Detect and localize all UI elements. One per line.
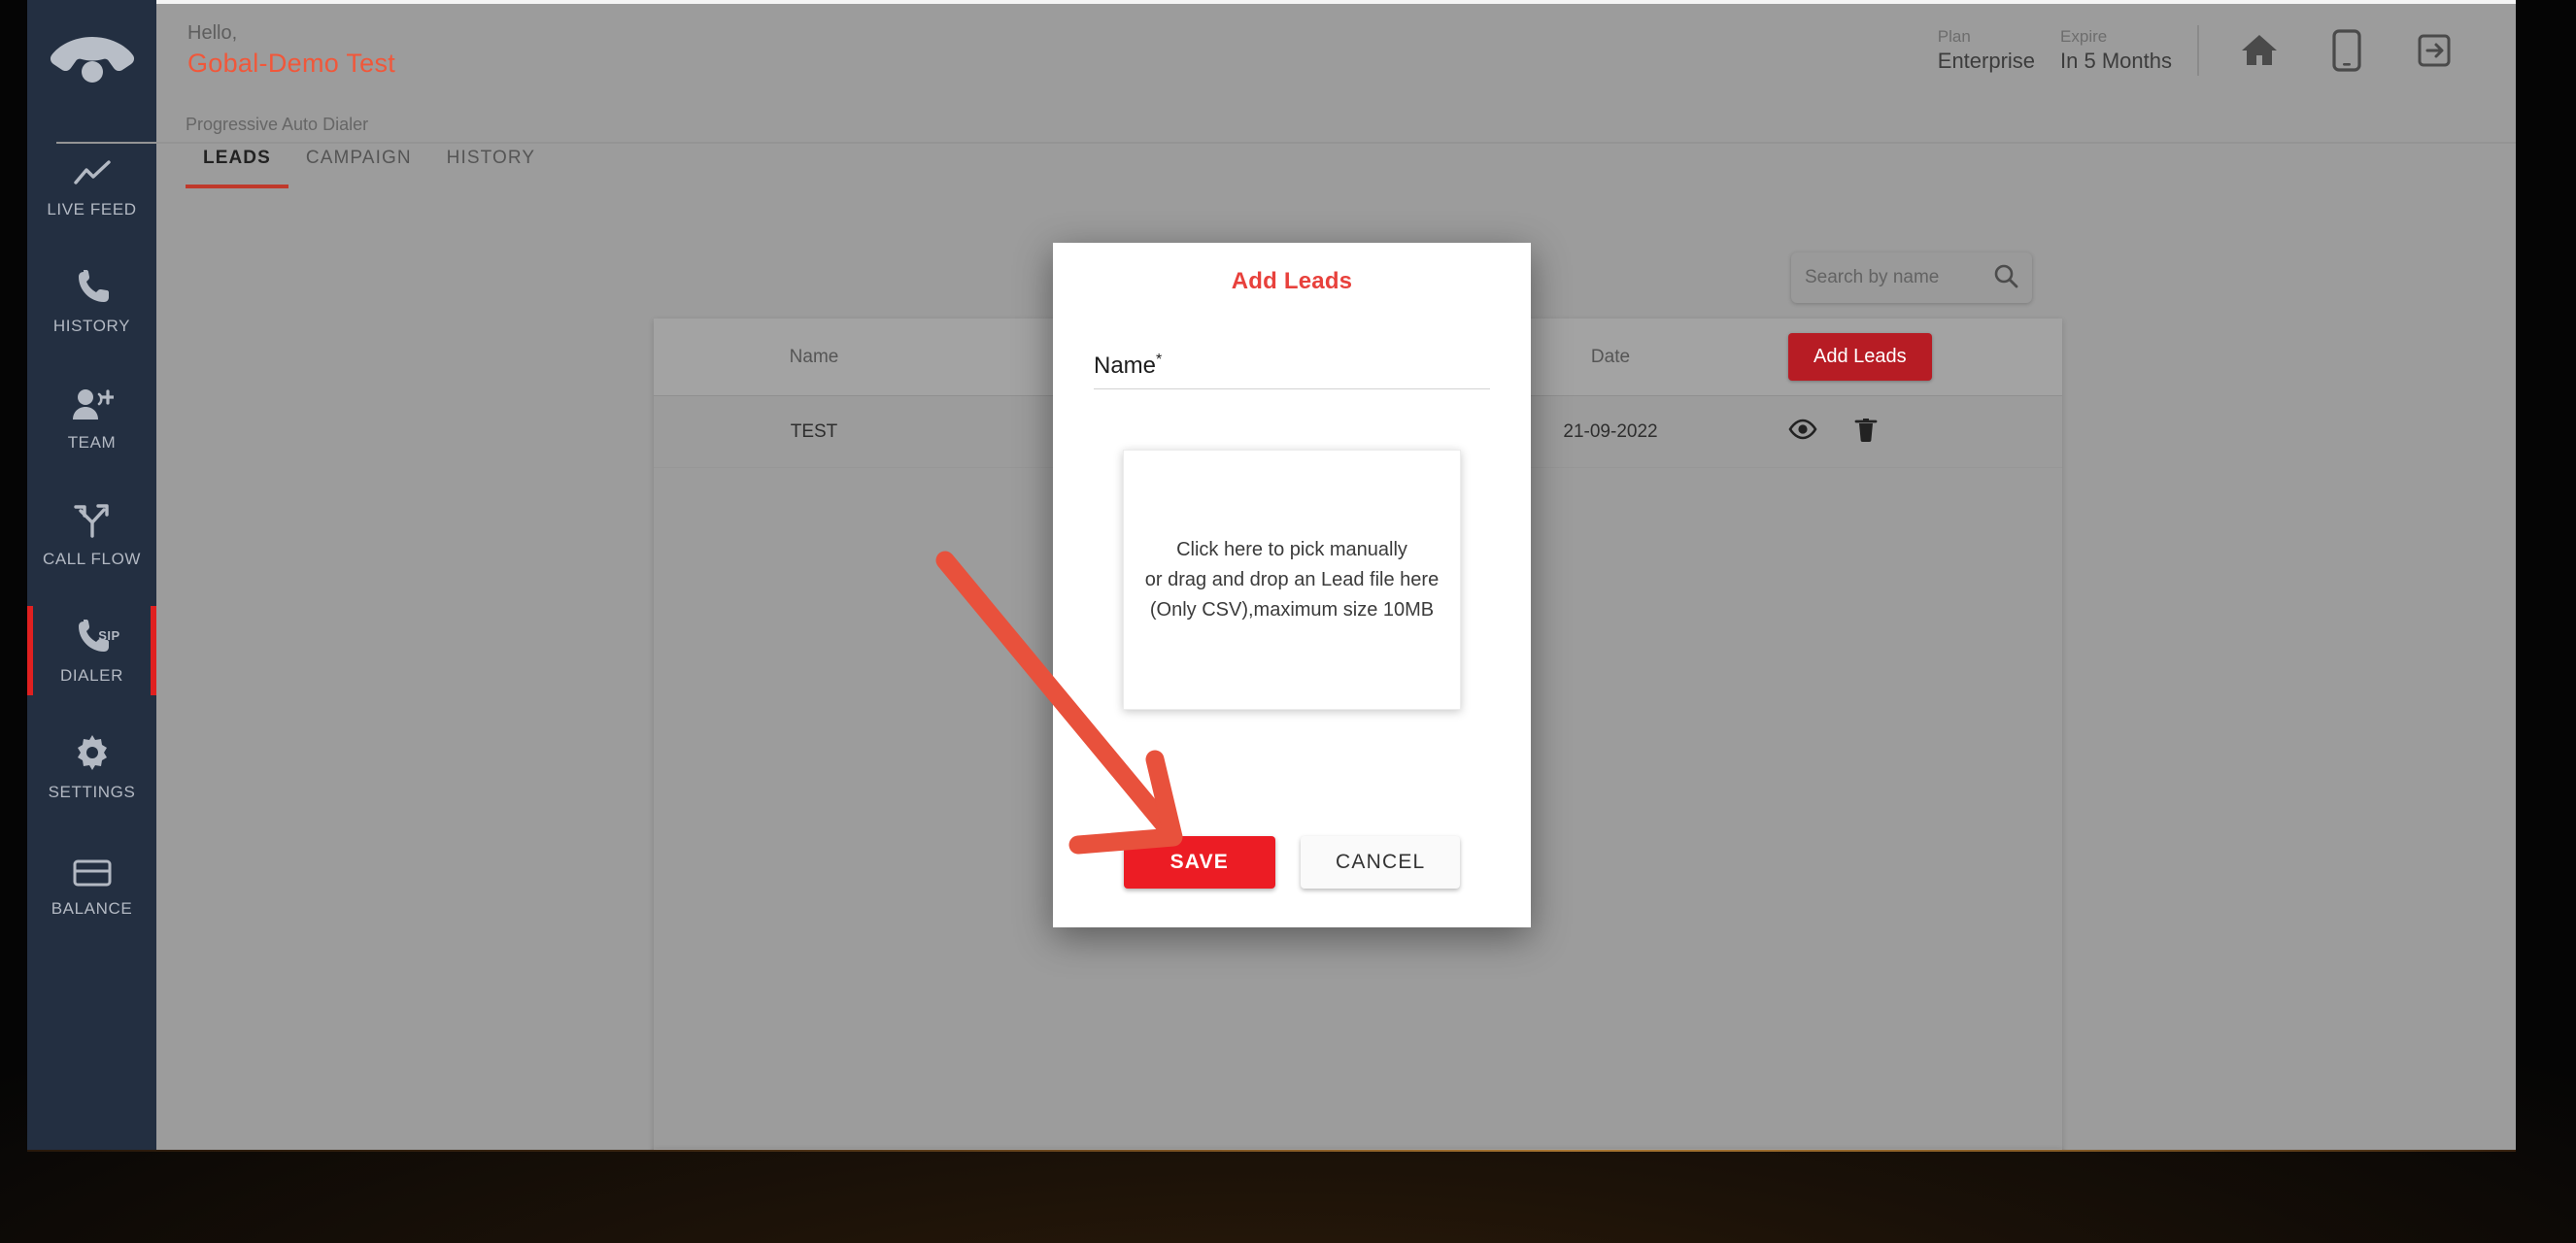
credit-card-icon (73, 849, 112, 888)
greeting-username: Gobal-Demo Test (187, 48, 395, 81)
file-dropzone[interactable]: Click here to pick manually or drag and … (1123, 450, 1461, 710)
search-icon[interactable] (1993, 263, 2018, 293)
tab-campaign[interactable]: CAMPAIGN (288, 148, 429, 188)
sidebar-item-label: CALL FLOW (43, 550, 141, 569)
sidebar-item-dialer[interactable]: SIP DIALER (27, 592, 156, 709)
dropzone-line-3: (Only CSV),maximum size 10MB (1150, 595, 1434, 625)
dropzone-line-1: Click here to pick manually (1176, 535, 1407, 565)
plan-column: Plan Enterprise (1938, 26, 2035, 76)
photo-frame: LIVE FEED HISTORY T (0, 0, 2576, 1243)
trending-up-icon (73, 150, 112, 188)
sidebar-item-label: HISTORY (53, 317, 130, 336)
sidebar-item-label: SETTINGS (49, 783, 136, 802)
tab-bar: LEADS CAMPAIGN HISTORY (186, 148, 553, 188)
logout-icon[interactable] (2411, 27, 2457, 74)
header-right: Plan Enterprise Expire In 5 Months (1938, 25, 2516, 76)
sidebar-item-team[interactable]: TEAM (27, 359, 156, 476)
sidebar-item-label: TEAM (68, 433, 117, 453)
top-header: Hello, Gobal-Demo Test Plan Enterprise E… (156, 4, 2516, 97)
greeting-hello: Hello, (187, 21, 395, 46)
sidebar-item-label: LIVE FEED (47, 200, 136, 219)
subheader: Progressive Auto Dialer LEADS CAMPAIGN H… (156, 97, 2516, 192)
search-input[interactable]: Search by name (1791, 252, 2032, 303)
save-button[interactable]: SAVE (1124, 836, 1275, 889)
sip-badge: SIP (98, 628, 119, 643)
dropzone-line-2: or drag and drop an Lead file here (1145, 565, 1439, 595)
required-asterisk: * (1156, 352, 1162, 368)
dialog-actions: SAVE CANCEL (1053, 836, 1531, 889)
eye-icon[interactable] (1788, 419, 1817, 445)
name-field[interactable]: Name* (1094, 352, 1490, 389)
phone-hangup-icon (48, 29, 137, 89)
dialog-title: Add Leads (1053, 268, 1531, 295)
sidebar-item-balance[interactable]: BALANCE (27, 825, 156, 942)
cell-name: TEST (654, 421, 974, 443)
expire-column: Expire In 5 Months (2060, 26, 2172, 76)
sip-phone-icon: SIP (76, 616, 109, 655)
add-leads-button[interactable]: Add Leads (1788, 333, 1932, 381)
breadcrumb: Progressive Auto Dialer (186, 115, 368, 135)
sidebar: LIVE FEED HISTORY T (27, 0, 156, 1150)
person-add-icon (71, 383, 114, 421)
expire-value: In 5 Months (2060, 48, 2172, 76)
sidebar-item-call-flow[interactable]: CALL FLOW (27, 476, 156, 592)
row-actions (1751, 416, 2062, 448)
name-label: Name* (1094, 353, 1162, 379)
app-screen: LIVE FEED HISTORY T (27, 0, 2516, 1150)
tab-history[interactable]: HISTORY (429, 148, 553, 188)
sidebar-item-settings[interactable]: SETTINGS (27, 709, 156, 825)
plan-key: Plan (1938, 26, 2035, 48)
sidebar-item-label: DIALER (60, 666, 123, 686)
app-logo[interactable] (46, 25, 139, 93)
home-icon[interactable] (2236, 27, 2283, 74)
sidebar-item-label: BALANCE (51, 899, 133, 919)
greeting-block: Hello, Gobal-Demo Test (187, 21, 395, 81)
add-leads-dialog: Add Leads Name* Click here to pick manua… (1053, 243, 1531, 927)
table-header-actions: Add Leads (1751, 333, 2062, 381)
header-divider (2197, 25, 2199, 76)
sidebar-item-history[interactable]: HISTORY (27, 243, 156, 359)
tab-underline-rule (56, 142, 2516, 144)
mobile-icon[interactable] (2323, 27, 2370, 74)
phone-icon (76, 266, 109, 305)
plan-value: Enterprise (1938, 48, 2035, 76)
pagination-bar: Page: 1 Rows per page: 5 1 - 1 of 1 (654, 1149, 2062, 1150)
sidebar-item-live-feed[interactable]: LIVE FEED (27, 126, 156, 243)
trash-icon[interactable] (1854, 416, 1878, 448)
column-header-name: Name (654, 347, 974, 368)
expire-key: Expire (2060, 26, 2172, 48)
search-placeholder: Search by name (1805, 267, 1993, 288)
cancel-button[interactable]: CANCEL (1301, 836, 1460, 889)
tab-leads[interactable]: LEADS (186, 148, 288, 188)
gear-icon (74, 732, 111, 771)
plan-block: Plan Enterprise Expire In 5 Months (1938, 26, 2197, 76)
call-split-icon (73, 499, 112, 538)
